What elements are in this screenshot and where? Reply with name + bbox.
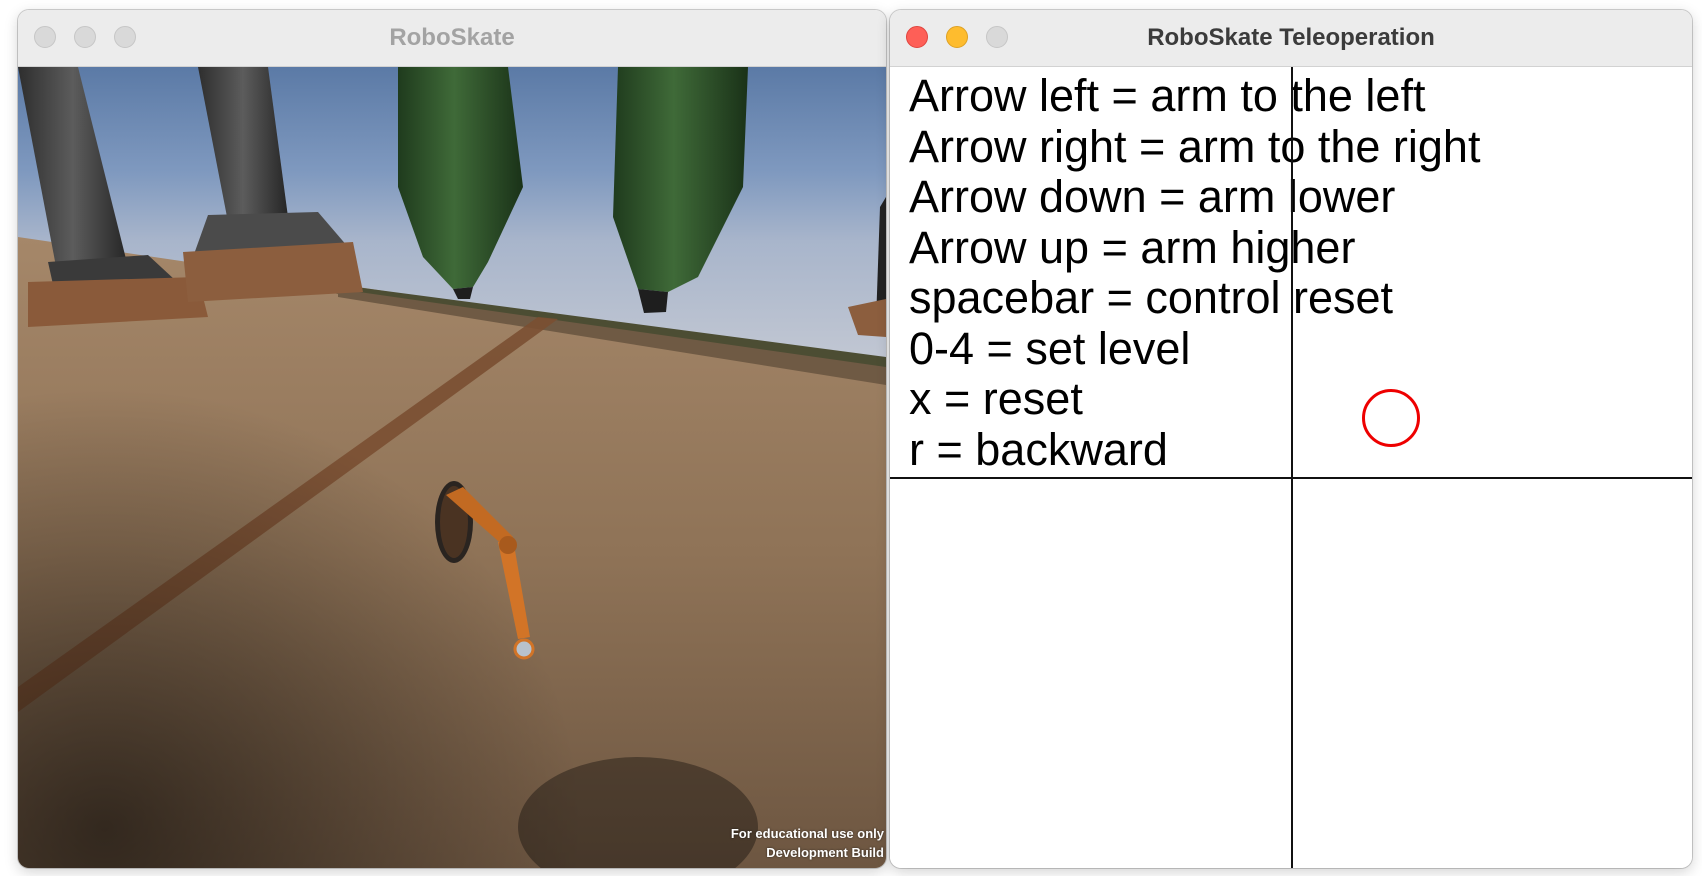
window-title: RoboSkate <box>389 24 515 51</box>
instruction-spacebar: spacebar = control reset <box>909 272 1394 323</box>
instruction-arrow-left: Arrow left = arm to the left <box>909 70 1426 121</box>
game-viewport[interactable]: For educational use only Development Bui… <box>18 67 886 868</box>
window-title: RoboSkate Teleoperation <box>1147 24 1435 51</box>
watermark: For educational use only Development Bui… <box>731 824 884 862</box>
teleoperation-window[interactable]: RoboSkate Teleoperation Arrow left = arm… <box>890 10 1692 868</box>
watermark-line-2: Development Build <box>766 845 884 860</box>
watermark-line-1: For educational use only <box>730 826 884 841</box>
title-bar[interactable]: RoboSkate Teleoperation <box>890 10 1692 67</box>
vertical-axis <box>1291 67 1293 868</box>
roboskate-game-window[interactable]: RoboSkate For educational use only Devel… <box>18 10 886 868</box>
control-cursor[interactable] <box>1362 389 1420 447</box>
instruction-arrow-down: Arrow down = arm lower <box>909 171 1396 222</box>
horizontal-axis <box>890 477 1692 479</box>
instruction-arrow-right: Arrow right = arm to the right <box>909 120 1481 172</box>
title-bar[interactable]: RoboSkate <box>18 10 886 67</box>
game-scene <box>18 67 886 868</box>
robot-arm-ball <box>513 638 535 660</box>
instruction-arrow-up: Arrow up = arm higher <box>909 221 1356 273</box>
teleop-canvas[interactable]: Arrow left = arm to the left Arrow right… <box>890 67 1692 868</box>
instruction-set-level: 0-4 = set level <box>909 322 1191 374</box>
